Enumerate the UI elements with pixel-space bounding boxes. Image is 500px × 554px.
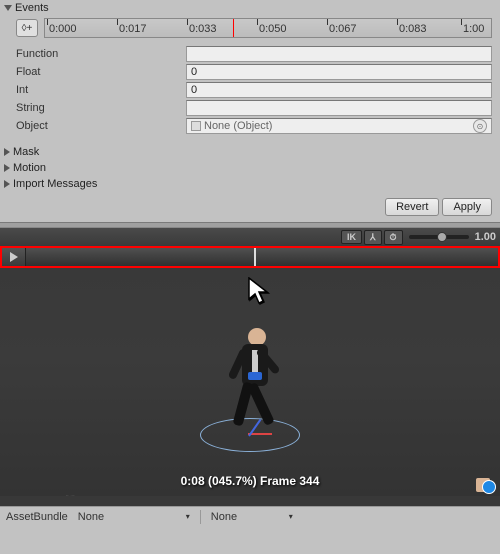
- viewport-footer: [0, 496, 500, 506]
- preview-scrubber-row: [0, 246, 500, 268]
- mask-title: Mask: [13, 146, 39, 158]
- int-field[interactable]: [186, 82, 492, 98]
- chevron-down-icon: ▾: [186, 512, 190, 521]
- motion-foldout-header[interactable]: Motion: [0, 160, 500, 176]
- events-foldout-header[interactable]: Events: [0, 0, 500, 16]
- tick-label: 0:033: [189, 23, 217, 35]
- character-mesh: [230, 328, 290, 458]
- assetbundle-name-value: None: [78, 511, 104, 523]
- animation-preview-viewport[interactable]: 0:08 (045.7%) Frame 344: [0, 268, 500, 496]
- motion-title: Motion: [13, 162, 46, 174]
- slider-handle-icon[interactable]: [437, 232, 447, 242]
- inspector-panel: Events ◊+ 0:000 0:017 0:033 0:050 0:067 …: [0, 0, 500, 526]
- event-marker[interactable]: [233, 19, 234, 38]
- import-messages-foldout-header[interactable]: Import Messages: [0, 176, 500, 192]
- float-field[interactable]: [186, 64, 492, 80]
- object-label: Object: [16, 120, 186, 132]
- foldout-open-icon: [4, 5, 12, 11]
- preview-speed-slider[interactable]: [409, 235, 469, 239]
- preview-scrubber[interactable]: [26, 248, 498, 266]
- preview-speed-value: 1.00: [475, 231, 496, 243]
- frame-readout: 0:08 (045.7%) Frame 344: [181, 474, 320, 488]
- play-icon: [10, 252, 18, 262]
- assetbundle-variant-dropdown[interactable]: None ▾: [207, 509, 297, 524]
- object-thumb-icon: [191, 121, 201, 131]
- float-label: Float: [16, 66, 186, 78]
- separator: [200, 510, 201, 524]
- string-label: String: [16, 102, 186, 114]
- tick-label: 0:067: [329, 23, 357, 35]
- scrubber-playhead[interactable]: [254, 248, 256, 266]
- assetbundle-variant-value: None: [211, 511, 237, 523]
- object-picker-icon[interactable]: ⊙: [473, 119, 487, 133]
- object-value: None (Object): [204, 120, 272, 132]
- foldout-closed-icon: [4, 180, 10, 188]
- speed-icon[interactable]: ⏱: [384, 230, 403, 245]
- preview-toolbar: IK ⅄ ⏱ 1.00: [0, 228, 500, 246]
- string-field[interactable]: [186, 100, 492, 116]
- tick-label: 0:050: [259, 23, 287, 35]
- function-field[interactable]: [186, 46, 492, 62]
- function-label: Function: [16, 48, 186, 60]
- ik-toggle[interactable]: IK: [341, 230, 362, 244]
- event-properties: Function Float Int String Object None (O…: [0, 42, 500, 144]
- chevron-down-icon: ▾: [289, 512, 293, 521]
- assetbundle-label: AssetBundle: [6, 511, 68, 523]
- add-event-button[interactable]: ◊+: [16, 19, 38, 37]
- object-field[interactable]: None (Object) ⊙: [186, 118, 492, 134]
- pivot-icon[interactable]: ⅄: [364, 230, 382, 245]
- revert-button[interactable]: Revert: [385, 198, 439, 216]
- event-timeline[interactable]: 0:000 0:017 0:033 0:050 0:067 0:083 1:00: [44, 18, 492, 38]
- assetbundle-name-dropdown[interactable]: None ▾: [74, 509, 194, 524]
- tick-label: 1:00: [463, 23, 484, 35]
- mask-foldout-header[interactable]: Mask: [0, 144, 500, 160]
- help-icon[interactable]: [482, 480, 496, 494]
- asset-bundle-bar: AssetBundle None ▾ None ▾: [0, 506, 500, 526]
- play-button[interactable]: [2, 248, 26, 266]
- events-title: Events: [15, 2, 49, 14]
- foldout-closed-icon: [4, 164, 10, 172]
- tick-label: 0:000: [49, 23, 77, 35]
- apply-button[interactable]: Apply: [442, 198, 492, 216]
- events-timeline-row: ◊+ 0:000 0:017 0:033 0:050 0:067 0:083 1…: [0, 16, 500, 42]
- apply-revert-row: Revert Apply: [0, 192, 500, 222]
- tick-label: 0:083: [399, 23, 427, 35]
- import-messages-title: Import Messages: [13, 178, 97, 190]
- int-label: Int: [16, 84, 186, 96]
- tick-label: 0:017: [119, 23, 147, 35]
- foldout-closed-icon: [4, 148, 10, 156]
